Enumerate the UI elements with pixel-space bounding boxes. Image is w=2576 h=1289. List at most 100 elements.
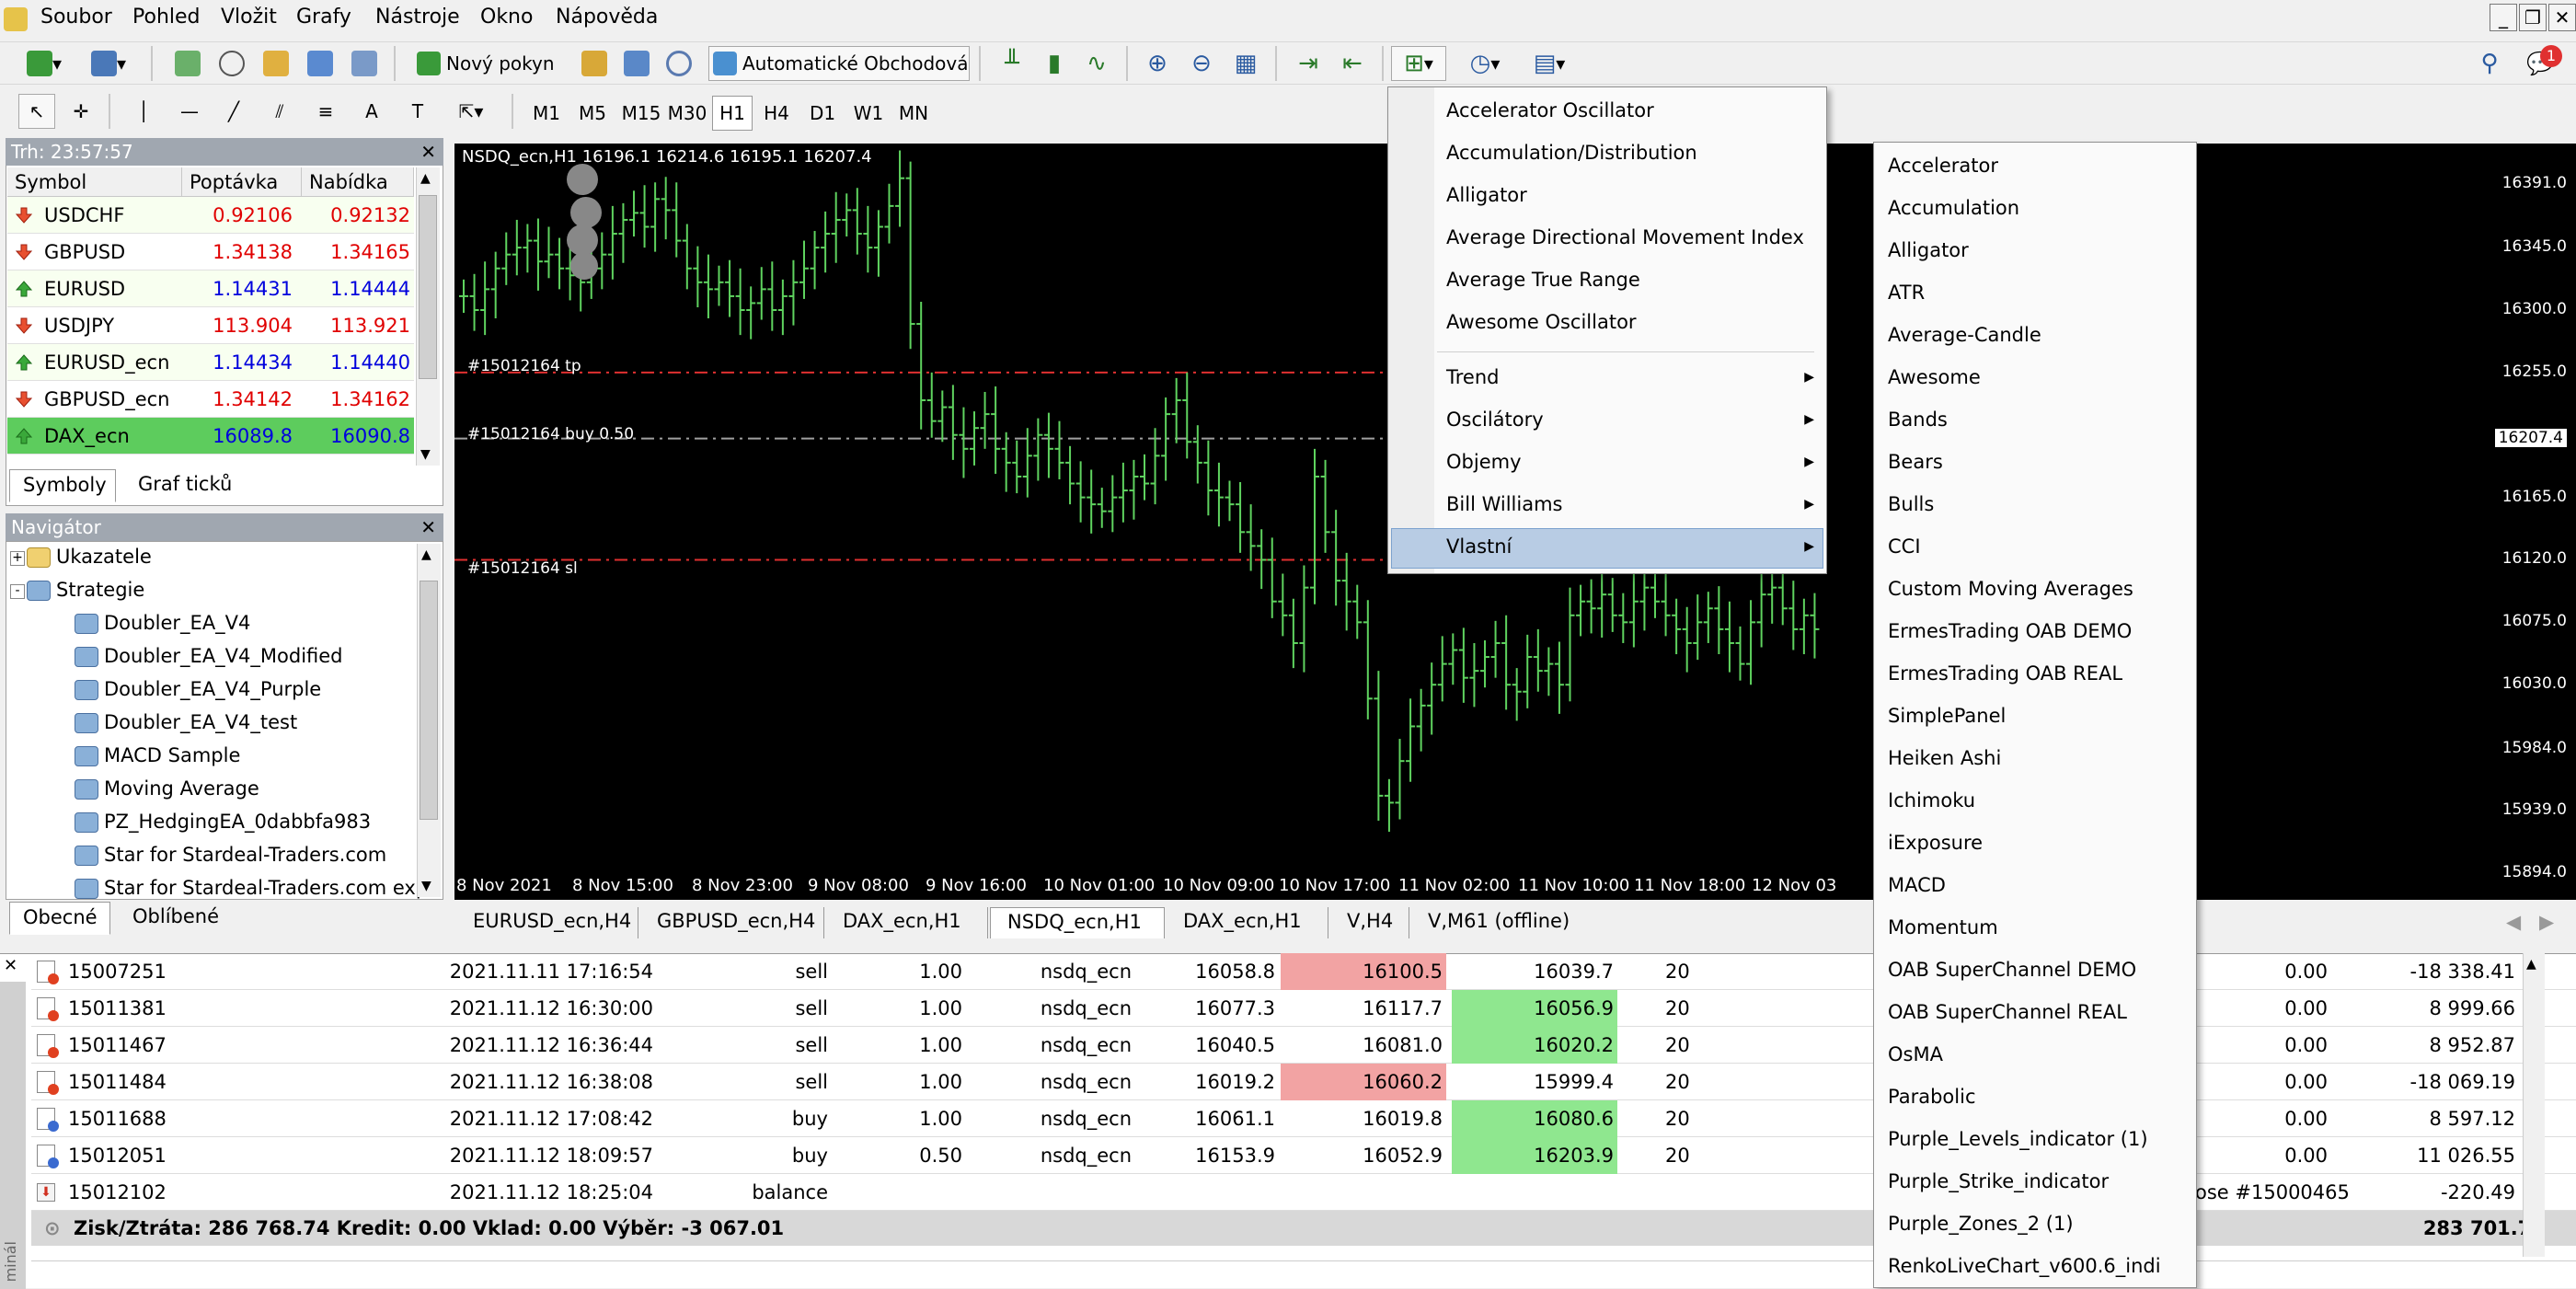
tf-m30[interactable]: M30 [664,96,710,131]
navigator-scrollbar[interactable]: ▲ ▼ [417,544,441,897]
menu-item-custom-indicator[interactable]: Awesome [1888,366,1981,388]
market-watch-row[interactable]: EURUSD_ecn 1.14434 1.14440 [7,344,414,381]
tab-tick-chart[interactable]: Graf ticků [125,469,263,502]
close-icon[interactable]: ✕ [420,138,436,166]
menu-item-custom-indicator[interactable]: Momentum [1888,916,1998,938]
signals-button[interactable] [661,46,697,81]
menu-nastroje[interactable]: Nástroje [375,6,460,29]
chart-tab-nsdq-h1[interactable]: NSDQ_ecn,H1 [990,907,1165,938]
autoscroll-button[interactable]: ⇥ [1290,46,1327,81]
zoom-out-button[interactable]: ⊖ [1183,46,1220,81]
chart-tab-dax-h1[interactable]: DAX_ecn,H1 [826,907,988,938]
menu-item-indicator[interactable]: Accelerator Oscillator [1446,99,1654,121]
chart-shift-button[interactable]: ⇤ [1334,46,1371,81]
col-header-bid[interactable]: Poptávka [182,167,302,197]
menu-item-submenu[interactable]: Vlastní ▶ [1446,535,1814,558]
menu-item-submenu[interactable]: Oscilátory ▶ [1446,409,1814,431]
horizontal-line-button[interactable]: — [171,94,208,129]
menu-pohled[interactable]: Pohled [132,6,201,29]
notifications-button[interactable]: 💬 1 [2517,45,2563,81]
sell-arrow-icon[interactable] [567,224,598,256]
menu-item-custom-indicator[interactable]: RenkoLiveChart_v600.6_indi [1888,1255,2161,1277]
menu-napoveda[interactable]: Nápověda [556,6,658,29]
menu-item-custom-indicator[interactable]: Bands [1888,409,1948,431]
text-button[interactable]: A [353,94,390,129]
navigator-button[interactable] [258,46,294,81]
nav-item-expert[interactable]: Doubler_EA_V4 [75,612,250,634]
tf-m1[interactable]: M1 [526,96,567,131]
market-watch-button[interactable] [169,46,206,81]
chart-tab-v-m61[interactable]: V,M61 (offline) [1411,907,1595,938]
minimize-icon[interactable]: _ [2490,4,2517,31]
tf-h4[interactable]: H4 [756,96,797,131]
tf-m5[interactable]: M5 [572,96,613,131]
tab-scroll-left-icon[interactable]: ◀ [2506,911,2521,933]
menu-item-indicator[interactable]: Alligator [1446,184,1527,206]
bar-chart-button[interactable]: ╨ [994,46,1030,81]
menu-item-custom-indicator[interactable]: MACD [1888,874,1946,896]
trend-line-button[interactable]: ╱ [215,94,252,129]
menu-item-custom-indicator[interactable]: ErmesTrading OAB REAL [1888,662,2122,685]
tester-button[interactable] [346,46,383,81]
buy-arrow-icon[interactable] [570,197,602,228]
col-header-symbol[interactable]: Symbol [7,167,182,197]
menu-item-custom-indicator[interactable]: OAB SuperChannel REAL [1888,1001,2127,1023]
auto-trading-button[interactable]: Automatické Obchodová [708,46,970,81]
menu-item-custom-indicator[interactable]: SimplePanel [1888,705,2006,727]
col-header-ask[interactable]: Nabídka [302,167,414,197]
menu-item-custom-indicator[interactable]: Heiken Ashi [1888,747,2001,769]
menu-item-indicator[interactable]: Accumulation/Distribution [1446,142,1697,164]
terminal-scrollbar[interactable]: ▲ [2523,953,2545,1257]
menu-item-custom-indicator[interactable]: Purple_Zones_2 (1) [1888,1213,2074,1235]
line-chart-button[interactable]: ∿ [1078,46,1115,81]
nav-item-expert[interactable]: Doubler_EA_V4_test [75,711,297,733]
tab-symbols[interactable]: Symboly [9,469,116,502]
indicators-button[interactable]: ⊞ ▾ [1391,46,1446,81]
menu-item-custom-indicator[interactable]: OAB SuperChannel DEMO [1888,959,2136,981]
close-icon[interactable]: ✕ [2548,4,2576,31]
scroll-down-icon[interactable]: ▼ [420,447,431,462]
scroll-thumb[interactable] [419,195,437,379]
menu-item-custom-indicator[interactable]: Alligator [1888,239,1969,261]
search-button[interactable]: ⚲ [2471,46,2508,81]
close-arrow-icon[interactable] [570,252,598,280]
tf-h1[interactable]: H1 [712,96,753,131]
chart-tab-gbpusd-h4[interactable]: GBPUSD_ecn,H4 [640,907,824,938]
text-label-button[interactable]: T [399,94,436,129]
crosshair-button[interactable]: ✛ [63,94,99,129]
menu-item-submenu[interactable]: Trend ▶ [1446,366,1814,388]
menu-item-submenu[interactable]: Objemy ▶ [1446,451,1814,473]
menu-item-indicator[interactable]: Average Directional Movement Index [1446,226,1804,248]
close-icon[interactable]: ✕ [4,956,17,975]
menu-item-custom-indicator[interactable]: Average-Candle [1888,324,2041,346]
zoom-in-button[interactable]: ⊕ [1139,46,1176,81]
nav-item-expert[interactable]: Star for Stardeal-Traders.com exp [75,877,428,899]
periods-button[interactable]: ◷ ▾ [1457,46,1512,81]
collapse-icon[interactable]: - [10,584,25,599]
fibonacci-button[interactable]: ≡ [307,94,344,129]
plus-icon[interactable] [567,164,598,195]
nav-item-expert[interactable]: MACD Sample [75,744,240,766]
scroll-up-icon[interactable]: ▲ [421,547,431,562]
nav-item-expert[interactable]: Doubler_EA_V4_Purple [75,678,321,700]
scroll-down-icon[interactable]: ▼ [421,879,431,893]
data-window-button[interactable] [213,46,250,81]
market-watch-row[interactable]: USDCHF 0.92106 0.92132 [7,197,414,234]
menu-item-custom-indicator[interactable]: CCI [1888,535,1921,558]
restore-icon[interactable]: ❐ [2519,4,2547,31]
menu-item-custom-indicator[interactable]: Custom Moving Averages [1888,578,2133,600]
market-watch-row[interactable]: USDJPY 113.904 113.921 [7,307,414,344]
nav-item-indicators[interactable]: Ukazatele [27,546,152,568]
nav-item-expert[interactable]: Doubler_EA_V4_Modified [75,645,343,667]
equidistant-channel-button[interactable]: ⫽ [261,94,298,129]
arrows-button[interactable]: ⇱ ▾ [445,94,497,129]
tab-general[interactable]: Obecné [9,902,110,935]
menu-item-custom-indicator[interactable]: ATR [1888,282,1925,304]
scroll-up-icon[interactable]: ▲ [2526,957,2536,972]
menu-item-custom-indicator[interactable]: Accelerator [1888,155,1998,177]
community-button[interactable] [618,46,655,81]
tf-mn[interactable]: MN [892,96,935,131]
tab-scroll-right-icon[interactable]: ▶ [2539,911,2554,933]
scroll-up-icon[interactable]: ▲ [420,171,431,186]
menu-okno[interactable]: Okno [480,6,533,29]
